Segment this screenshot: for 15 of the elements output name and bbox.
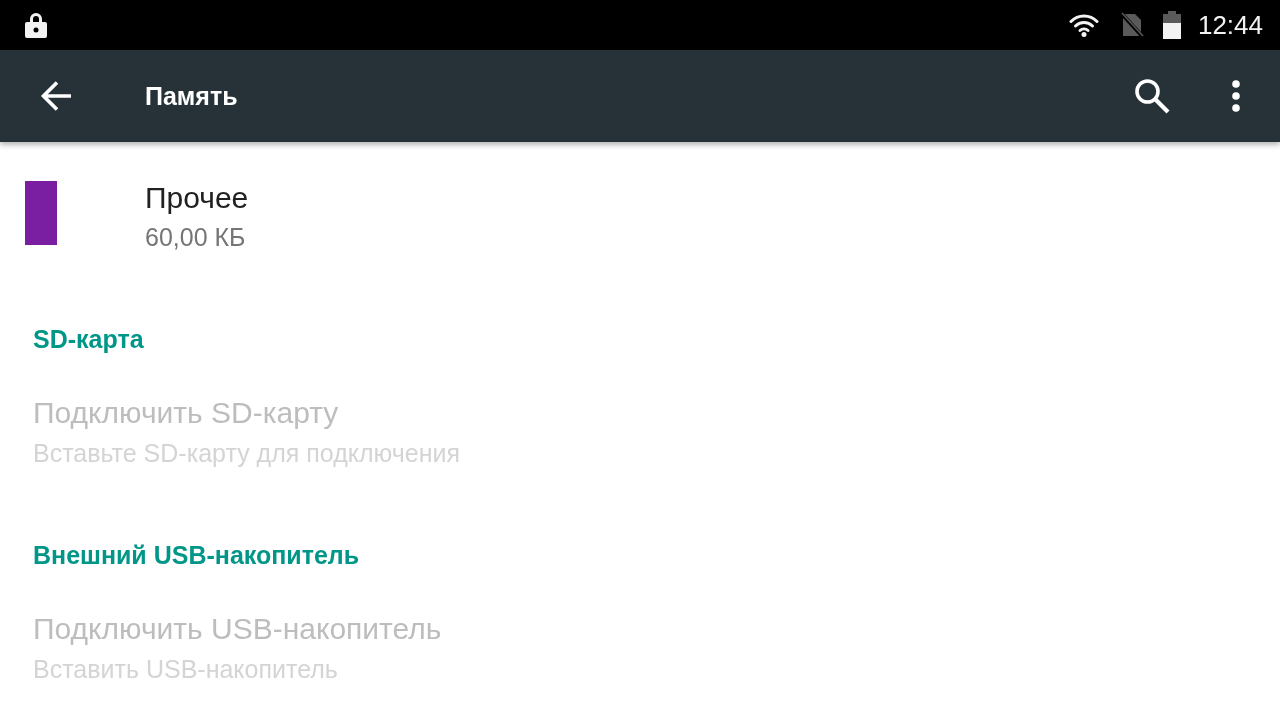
status-time: 12:44 xyxy=(1197,9,1263,41)
more-vertical-icon xyxy=(1232,80,1240,112)
battery-icon xyxy=(1162,11,1181,39)
back-arrow-icon xyxy=(40,80,73,112)
search-icon xyxy=(1134,78,1170,114)
preference-title: Подключить USB-накопитель xyxy=(33,611,442,647)
screen-title: Память xyxy=(145,81,238,111)
storage-category-label: Прочее xyxy=(145,180,249,216)
preference-title: Подключить SD-карту xyxy=(33,395,339,431)
lock-icon xyxy=(25,12,47,38)
storage-size: 60,00 КБ xyxy=(145,222,246,253)
wifi-icon xyxy=(1068,13,1099,37)
section-header: Внешний USB-накопитель xyxy=(33,540,360,571)
no-sim-icon xyxy=(1119,12,1144,38)
section-header: SD-карта xyxy=(33,324,144,355)
